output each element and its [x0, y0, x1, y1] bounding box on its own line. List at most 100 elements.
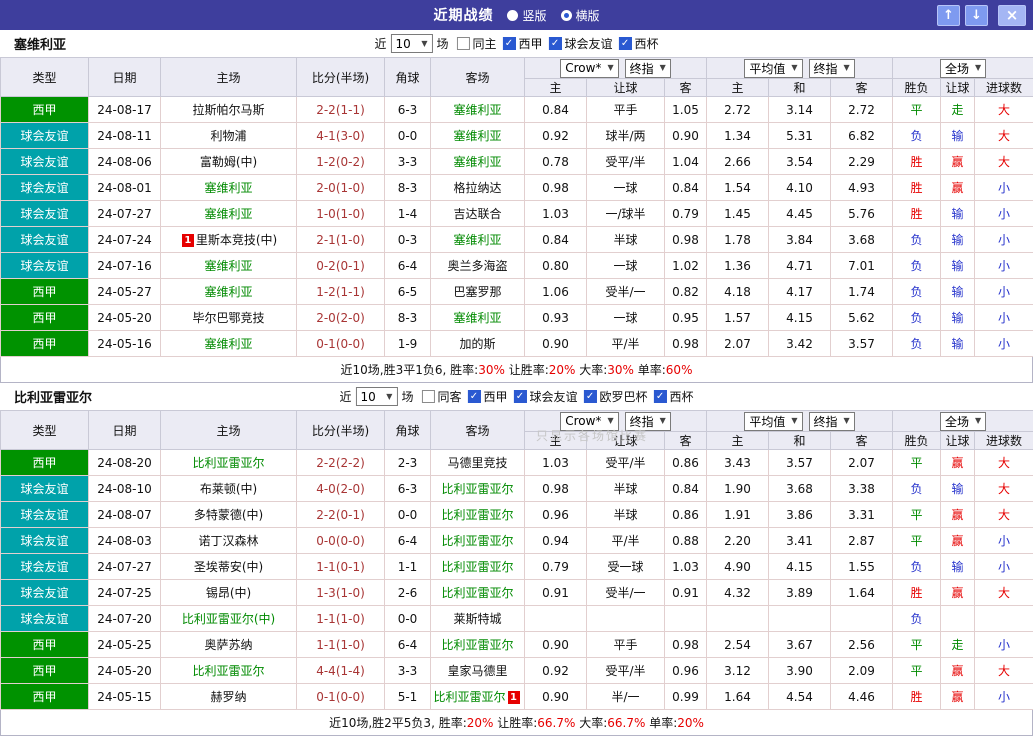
match-row: 西甲24-05-27塞维利亚1-2(1-1)6-5巴塞罗那1.06受半/一0.8… — [1, 279, 1033, 305]
score-cell: 1-2(1-1) — [297, 279, 385, 305]
corner-cell: 3-3 — [385, 149, 431, 175]
handicap-result-cell: 赢 — [941, 450, 975, 476]
match-count-select[interactable]: 10 ▼ — [355, 387, 397, 406]
team-name-text: 富勒姆(中) — [200, 155, 257, 169]
team-name-text: 塞维利亚 — [204, 337, 252, 351]
score-cell: 1-1(0-1) — [297, 554, 385, 580]
match-row: 球会友谊24-07-16塞维利亚0-2(0-1)6-4奥兰多海盗0.80一球1.… — [1, 253, 1033, 279]
handicap-result-cell: 输 — [941, 253, 975, 279]
euro-stage-select[interactable]: 终指▼ — [809, 59, 855, 78]
radio-icon — [507, 10, 518, 21]
euro-stage-select[interactable]: 终指▼ — [809, 412, 855, 431]
league-type-cell: 西甲 — [1, 97, 89, 123]
corner-cell: 1-1 — [385, 554, 431, 580]
asia-away-odds-cell: 0.98 — [665, 227, 707, 253]
filter-checkbox-同客[interactable]: 同客 — [421, 388, 461, 405]
col-header-type: 类型 — [1, 411, 89, 450]
away-team-cell: 比利亚雷亚尔 — [431, 580, 525, 606]
asia-home-odds-cell: 0.84 — [525, 227, 587, 253]
section-team-name: 塞维利亚 — [14, 34, 66, 53]
away-team-cell: 皇家马德里 — [431, 658, 525, 684]
team-name-text: 里斯本竞技(中) — [196, 233, 277, 247]
euro-draw-odds-cell: 3.67 — [769, 632, 831, 658]
result-cell: 平 — [893, 502, 941, 528]
filter-checkbox-球会友谊[interactable]: ✓球会友谊 — [514, 388, 578, 405]
asia-handicap-cell: 受平/半 — [587, 149, 665, 175]
home-team-cell: 富勒姆(中) — [161, 149, 297, 175]
scope-select[interactable]: 全场▼ — [940, 59, 986, 78]
asia-away-odds-cell: 0.82 — [665, 279, 707, 305]
layout-radio-vertical[interactable]: 竖版 — [507, 7, 546, 24]
goals-result-cell: 大 — [975, 476, 1033, 502]
handicap-result-cell: 赢 — [941, 658, 975, 684]
asia-away-odds-cell: 0.99 — [665, 684, 707, 710]
corner-cell: 6-4 — [385, 632, 431, 658]
corner-cell: 6-5 — [385, 279, 431, 305]
col-header-asia-home: 主 — [525, 79, 587, 97]
asia-home-odds-cell: 0.90 — [525, 632, 587, 658]
filter-checkbox-西杯[interactable]: ✓西杯 — [619, 35, 659, 52]
filter-checkbox-西甲[interactable]: ✓西甲 — [503, 35, 543, 52]
asia-handicap-cell: 球半/两 — [587, 123, 665, 149]
scope-select[interactable]: 全场▼ — [940, 412, 986, 431]
corner-cell: 6-3 — [385, 97, 431, 123]
asia-stage-select[interactable]: 终指▼ — [625, 412, 671, 431]
league-type-cell: 球会友谊 — [1, 554, 89, 580]
filter-checkbox-西甲[interactable]: ✓西甲 — [467, 388, 507, 405]
filter-group: 近 10 ▼ 场 同主✓西甲✓球会友谊✓西杯 — [374, 34, 658, 53]
match-row: 球会友谊24-07-241里斯本竞技(中)2-1(1-0)0-3塞维利亚0.84… — [1, 227, 1033, 253]
close-button[interactable]: × — [998, 5, 1026, 26]
team-name-text: 塞维利亚 — [453, 155, 501, 169]
away-team-cell: 塞维利亚 — [431, 305, 525, 331]
euro-home-odds-cell: 2.07 — [707, 331, 769, 357]
euro-away-odds-cell: 7.01 — [831, 253, 893, 279]
result-cell: 胜 — [893, 201, 941, 227]
asia-handicap-cell: 平/半 — [587, 528, 665, 554]
match-date-cell: 24-07-24 — [89, 227, 161, 253]
league-type-cell: 球会友谊 — [1, 606, 89, 632]
home-team-cell: 比利亚雷亚尔 — [161, 658, 297, 684]
chevron-down-icon: ▼ — [791, 417, 797, 425]
away-team-cell: 比利亚雷亚尔 — [431, 476, 525, 502]
filter-checkbox-同主[interactable]: 同主 — [456, 35, 496, 52]
away-team-cell: 塞维利亚 — [431, 123, 525, 149]
match-row: 球会友谊24-08-06富勒姆(中)1-2(0-2)3-3塞维利亚0.78受平/… — [1, 149, 1033, 175]
bookmaker-select[interactable]: Crow*▼ — [560, 412, 618, 431]
away-team-cell: 莱斯特城 — [431, 606, 525, 632]
col-header-type: 类型 — [1, 58, 89, 97]
layout-radio-horizontal[interactable]: 横版 — [561, 7, 600, 24]
euro-average-select-value: 平均值 — [749, 60, 785, 77]
filter-group: 近 10 ▼ 场 同客✓西甲✓球会友谊✓欧罗巴杯✓西杯 — [339, 387, 693, 406]
corner-cell: 8-3 — [385, 305, 431, 331]
filter-checkbox-球会友谊[interactable]: ✓球会友谊 — [549, 35, 613, 52]
titlebar-buttons: ↑ ↓ × — [937, 5, 1026, 26]
filter-checkbox-欧罗巴杯[interactable]: ✓欧罗巴杯 — [584, 388, 648, 405]
asia-away-odds-cell: 0.95 — [665, 305, 707, 331]
move-down-button[interactable]: ↓ — [965, 5, 988, 26]
asia-stage-select[interactable]: 终指▼ — [625, 59, 671, 78]
away-team-cell: 比利亚雷亚尔 — [431, 554, 525, 580]
euro-average-select[interactable]: 平均值▼ — [744, 412, 802, 431]
score-cell: 2-2(0-1) — [297, 502, 385, 528]
bookmaker-select[interactable]: Crow*▼ — [560, 59, 618, 78]
score-cell: 0-2(0-1) — [297, 253, 385, 279]
match-count-select[interactable]: 10 ▼ — [390, 34, 432, 53]
asia-home-odds-cell: 0.94 — [525, 528, 587, 554]
euro-average-select[interactable]: 平均值▼ — [744, 59, 802, 78]
match-date-cell: 24-07-25 — [89, 580, 161, 606]
team-name-text: 塞维利亚 — [204, 207, 252, 221]
euro-draw-odds-cell: 4.15 — [769, 305, 831, 331]
move-up-button[interactable]: ↑ — [937, 5, 960, 26]
result-cell: 胜 — [893, 175, 941, 201]
asia-handicap-cell: 平手 — [587, 632, 665, 658]
radio-label-text: 竖版 — [522, 7, 546, 24]
team-name-text: 塞维利亚 — [204, 259, 252, 273]
result-cell: 胜 — [893, 580, 941, 606]
filter-checkbox-西杯[interactable]: ✓西杯 — [654, 388, 694, 405]
away-team-cell: 奥兰多海盗 — [431, 253, 525, 279]
asia-handicap-cell: 受平/半 — [587, 658, 665, 684]
corner-cell: 0-3 — [385, 227, 431, 253]
euro-stage-select-value: 终指 — [814, 60, 838, 77]
col-header-euro-draw: 和 — [769, 79, 831, 97]
team-name-text: 巴塞罗那 — [453, 285, 501, 299]
